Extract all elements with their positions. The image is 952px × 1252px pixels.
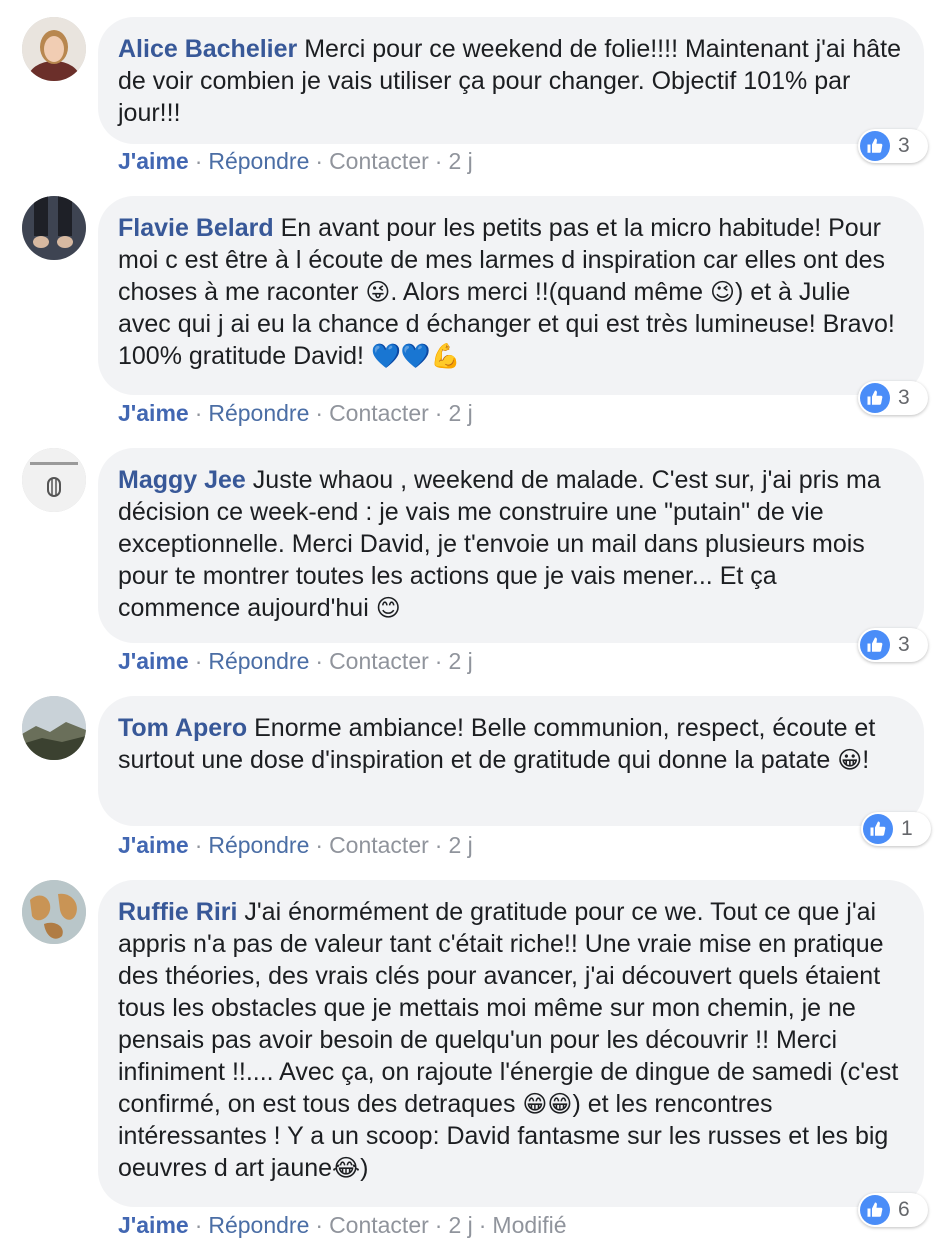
timestamp[interactable]: 2 j [448, 648, 472, 674]
thumbs-up-icon [860, 131, 890, 161]
contact-link[interactable]: Contacter [329, 400, 429, 426]
wink-emoji: 😉 [709, 278, 735, 306]
timestamp[interactable]: 2 j [448, 1212, 472, 1238]
comment-bubble: Alice Bachelier Merci pour ce weekend de… [98, 17, 924, 144]
grinning-emoji: 😀 [837, 746, 863, 774]
thumbs-up-icon [860, 630, 890, 660]
blue-hearts-flexed-biceps-emoji: 💙💙💪 [370, 342, 461, 370]
like-link[interactable]: J'aime [118, 1212, 189, 1238]
contact-link[interactable]: Contacter [329, 648, 429, 674]
comment-text: ) [360, 1154, 369, 1182]
tears-of-joy-emoji: 😂 [332, 1154, 361, 1182]
thumbs-up-icon [860, 1195, 890, 1225]
comment-actions: J'aime · Répondre · Contacter · 2 j · Modifié [118, 1212, 567, 1238]
avatar[interactable] [22, 448, 86, 512]
comment-bubble: Flavie Belard En avant pour les petits p… [98, 196, 924, 395]
winking-tongue-emoji: 😜 [365, 278, 391, 306]
thumbs-up-icon [860, 383, 890, 413]
reaction-count[interactable]: 1 [861, 812, 931, 846]
comment-text: J'ai énormément de gratitude pour ce we.… [118, 898, 899, 1118]
reply-link[interactable]: Répondre [208, 400, 309, 426]
reply-link[interactable]: Répondre [208, 832, 309, 858]
comment-actions: J'aime · Répondre · Contacter · 2 j [118, 148, 473, 174]
smiling-emoji: 😊 [375, 594, 401, 622]
timestamp[interactable]: 2 j [448, 400, 472, 426]
reaction-count[interactable]: 6 [858, 1193, 928, 1227]
avatar[interactable] [22, 696, 86, 760]
comment-author[interactable]: Flavie Belard [118, 214, 274, 242]
beaming-emoji: 😁😁 [522, 1090, 573, 1118]
comment-author[interactable]: Ruffie Riri [118, 898, 237, 926]
thumbs-up-icon [863, 814, 893, 844]
comment-bubble: Maggy Jee Juste whaou , weekend de malad… [98, 448, 924, 643]
like-link[interactable]: J'aime [118, 400, 189, 426]
contact-link[interactable]: Contacter [329, 148, 429, 174]
comment-text: ! [862, 746, 870, 774]
contact-link[interactable]: Contacter [329, 832, 429, 858]
edited-label[interactable]: Modifié [492, 1212, 566, 1238]
comment-actions: J'aime · Répondre · Contacter · 2 j [118, 400, 473, 426]
comment-author[interactable]: Maggy Jee [118, 466, 246, 494]
reaction-count[interactable]: 3 [858, 628, 928, 662]
avatar[interactable] [22, 196, 86, 260]
timestamp[interactable]: 2 j [448, 832, 472, 858]
avatar[interactable] [22, 17, 86, 81]
comment-text: . Alors merci !!(quand même [390, 278, 710, 306]
comment-author[interactable]: Alice Bachelier [118, 35, 297, 63]
comment-bubble: Tom Apero Enorme ambiance! Belle communi… [98, 696, 924, 826]
comment-actions: J'aime · Répondre · Contacter · 2 j [118, 648, 473, 674]
reaction-count[interactable]: 3 [858, 129, 928, 163]
comment-bubble: Ruffie Riri J'ai énormément de gratitude… [98, 880, 924, 1207]
like-link[interactable]: J'aime [118, 148, 189, 174]
timestamp[interactable]: 2 j [448, 148, 472, 174]
comment-actions: J'aime · Répondre · Contacter · 2 j [118, 832, 473, 858]
like-link[interactable]: J'aime [118, 832, 189, 858]
comment-feed: Alice Bachelier Merci pour ce weekend de… [0, 0, 952, 1252]
reply-link[interactable]: Répondre [208, 648, 309, 674]
reply-link[interactable]: Répondre [208, 1212, 309, 1238]
like-link[interactable]: J'aime [118, 648, 189, 674]
reply-link[interactable]: Répondre [208, 148, 309, 174]
comment-author[interactable]: Tom Apero [118, 714, 247, 742]
reaction-count[interactable]: 3 [858, 381, 928, 415]
contact-link[interactable]: Contacter [329, 1212, 429, 1238]
avatar[interactable] [22, 880, 86, 944]
